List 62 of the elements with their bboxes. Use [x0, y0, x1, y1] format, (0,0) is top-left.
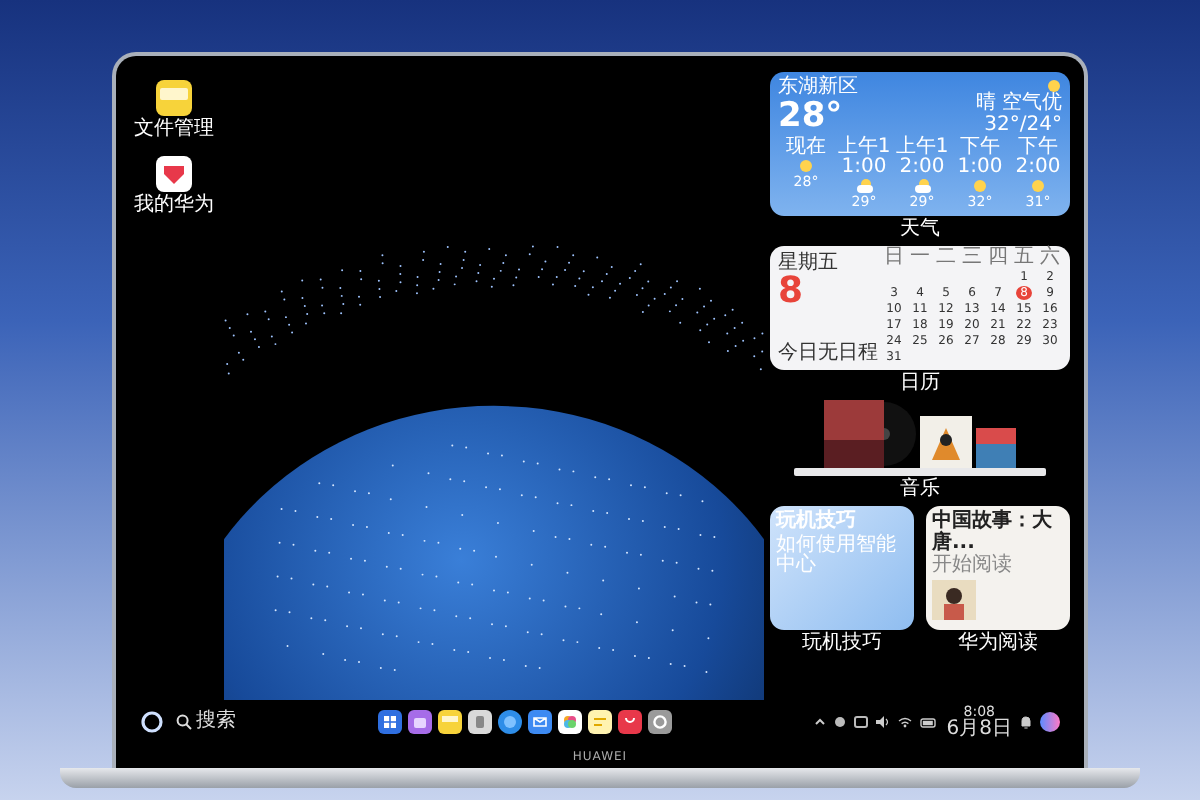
cloud-sun-icon	[913, 178, 931, 194]
temperature-text: 28°	[778, 99, 845, 133]
card-title: 玩机技巧	[776, 512, 858, 533]
location-text: 东湖新区	[778, 78, 858, 99]
weekday-header: 三	[962, 248, 982, 268]
hour-label: 上午12:00	[894, 138, 950, 178]
condition-text: 晴 空气优	[975, 94, 1062, 115]
date-number: 8	[778, 274, 804, 316]
speaker-icon[interactable]	[876, 716, 891, 728]
hour-label: 下午1:00	[955, 138, 1005, 178]
icon-label: 文件管理	[134, 120, 214, 140]
sun-icon	[1030, 178, 1046, 194]
book-cover-drawing	[932, 579, 976, 619]
widget-label: 日历	[900, 374, 940, 394]
assistant-orb-icon[interactable]	[1040, 712, 1060, 732]
hour-label: 上午11:00	[836, 138, 892, 178]
weekday-header: 一	[910, 248, 930, 268]
reading-card[interactable]: 中国故事：大唐... 开始阅读	[926, 506, 1070, 630]
book-title: 中国故事：大唐...	[932, 512, 1054, 553]
widget-label: 天气	[900, 220, 940, 240]
globe-icon[interactable]	[498, 710, 523, 734]
date-text: 6月8日	[946, 719, 1012, 739]
widget-label: 玩机技巧	[802, 634, 882, 654]
app-grid-icon[interactable]	[378, 710, 403, 734]
card-subtitle: 开始阅读	[932, 556, 1014, 577]
sun-icon	[798, 158, 814, 174]
widget-label: 华为阅读	[958, 634, 1038, 654]
weekday-header: 五	[1014, 248, 1034, 268]
sun-icon	[1046, 78, 1062, 94]
folder-icon[interactable]	[438, 710, 463, 734]
album-cover-photo[interactable]	[920, 416, 972, 468]
cloud-sun-icon	[855, 178, 873, 194]
search-button[interactable]: 搜索	[176, 712, 236, 732]
weekday-text: 星期五	[778, 252, 840, 274]
wifi-icon[interactable]	[898, 716, 913, 728]
weekday-header: 二	[936, 248, 956, 268]
envelope-icon[interactable]	[528, 710, 553, 734]
widget-label: 音乐	[900, 480, 940, 500]
bag-icon[interactable]	[618, 710, 643, 734]
weekday-header: 日	[884, 248, 904, 268]
battery-icon[interactable]	[920, 717, 939, 727]
caret-up-icon[interactable]	[814, 716, 827, 728]
card-subtitle: 如何使用智能中心	[776, 535, 898, 577]
folder-icon[interactable]	[156, 80, 192, 116]
bell-icon[interactable]	[1020, 715, 1032, 729]
notepad-icon[interactable]	[408, 710, 433, 734]
icon-label: 我的华为	[134, 196, 214, 216]
assistant-orb-icon[interactable]	[140, 710, 164, 734]
gear-icon[interactable]	[648, 710, 673, 734]
hour-label: 现在	[784, 138, 828, 158]
weekday-header: 四	[988, 248, 1008, 268]
hour-label: 下午2:00	[1013, 138, 1063, 178]
weekday-header: 六	[1040, 248, 1060, 268]
app-icon[interactable]	[156, 156, 192, 192]
screen-icon[interactable]	[854, 716, 869, 728]
search-icon	[176, 714, 192, 730]
flower-icon[interactable]	[558, 710, 583, 734]
memo-icon[interactable]	[588, 710, 613, 734]
temperature-range: 32°/24°	[984, 115, 1062, 136]
schedule-text: 今日无日程	[778, 342, 878, 364]
sun-icon	[972, 178, 988, 194]
trash-icon[interactable]	[468, 710, 493, 734]
